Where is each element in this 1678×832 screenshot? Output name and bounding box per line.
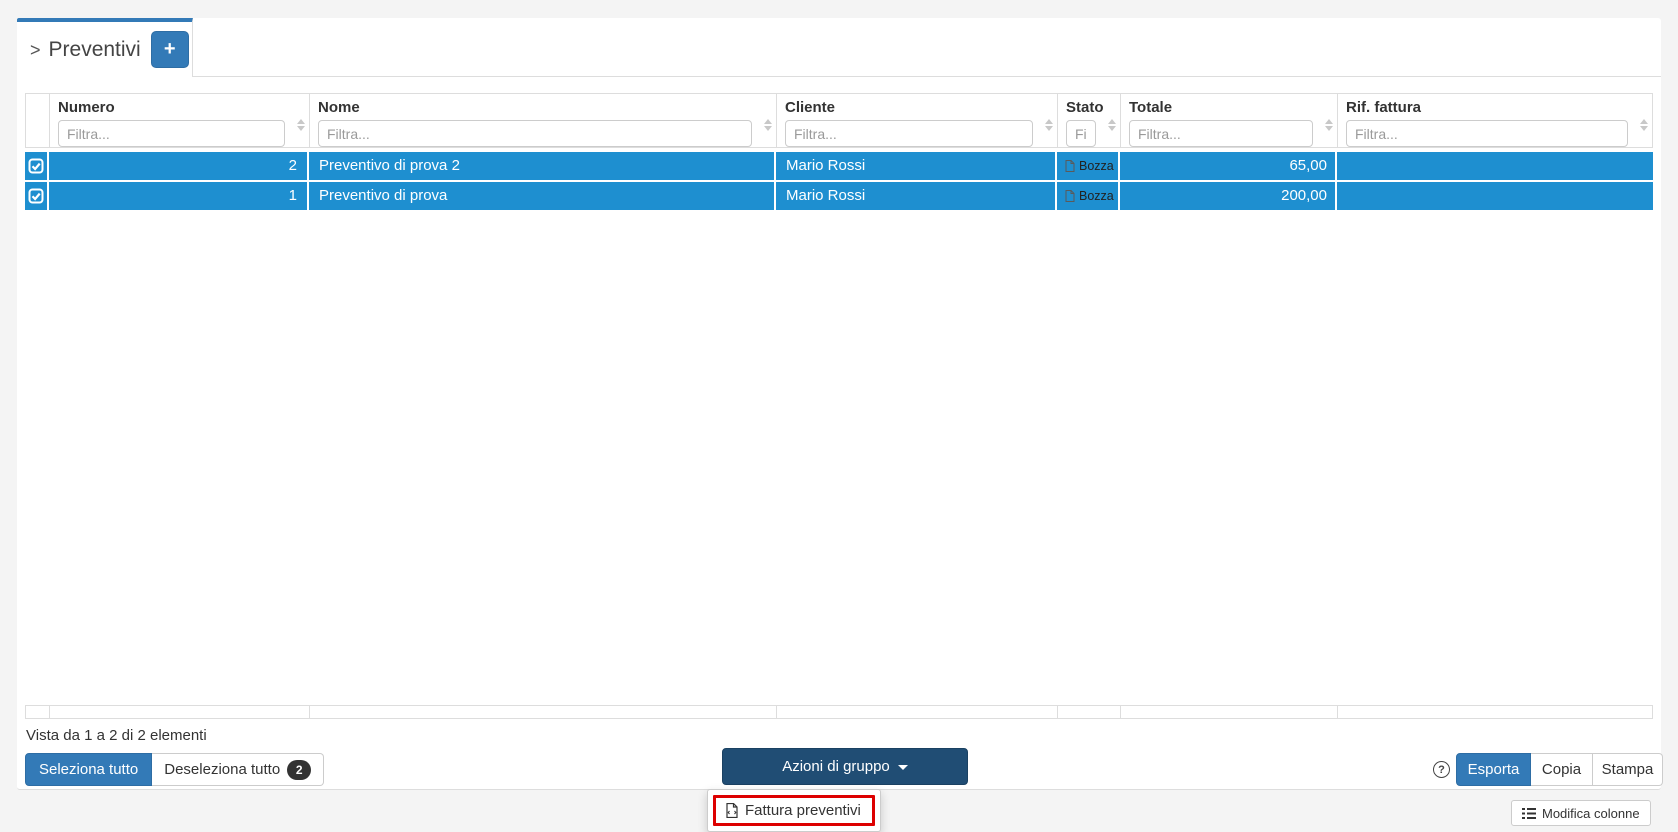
cell-totale: 200,00	[1120, 182, 1337, 210]
deselect-all-button[interactable]: Deseleziona tutto 2	[152, 753, 324, 786]
edit-columns-label: Modifica colonne	[1542, 806, 1640, 821]
add-quote-button[interactable]: +	[151, 31, 189, 68]
header-cell-cliente: Cliente	[777, 94, 1058, 147]
group-actions-label: Azioni di gruppo	[782, 758, 890, 775]
export-button-group: Esporta Copia Stampa	[1456, 753, 1663, 786]
cell-nome: Preventivo di prova	[309, 182, 776, 210]
header-cell-checkbox	[26, 94, 50, 147]
export-button[interactable]: Esporta	[1456, 753, 1531, 786]
table-footer-row	[25, 705, 1653, 719]
group-actions-button[interactable]: Azioni di gruppo	[722, 748, 968, 785]
invoice-quotes-menu-item[interactable]: Fattura preventivi	[713, 795, 875, 826]
edit-columns-button[interactable]: Modifica colonne	[1511, 800, 1651, 826]
breadcrumb: > Preventivi	[30, 38, 141, 62]
sort-icon[interactable]	[1325, 119, 1333, 131]
cell-totale: 65,00	[1120, 152, 1337, 180]
header-cell-stato: Stato	[1058, 94, 1121, 147]
column-label-cliente: Cliente	[785, 99, 1049, 116]
cell-stato: Bozza	[1057, 152, 1120, 180]
header-cell-rif-fattura: Rif. fattura	[1338, 94, 1652, 147]
sort-icon[interactable]	[1045, 119, 1053, 131]
selected-count-badge: 2	[287, 760, 311, 780]
cell-stato: Bozza	[1057, 182, 1120, 210]
sort-icon[interactable]	[297, 119, 305, 131]
caret-down-icon	[898, 765, 908, 770]
list-columns-icon	[1522, 808, 1536, 819]
status-badge: Bozza	[1079, 152, 1114, 180]
header-cell-nome: Nome	[310, 94, 777, 147]
column-label-totale: Totale	[1129, 99, 1329, 116]
invoice-quotes-label: Fattura preventivi	[745, 802, 861, 819]
cell-numero: 2	[49, 152, 309, 180]
status-badge: Bozza	[1079, 182, 1114, 210]
draft-file-icon	[1065, 160, 1075, 172]
cell-cliente: Mario Rossi	[776, 152, 1057, 180]
check-square-icon	[28, 188, 44, 204]
sort-icon[interactable]	[764, 119, 772, 131]
table-row[interactable]: 1 Preventivo di prova Mario Rossi Bozza …	[25, 182, 1653, 210]
check-square-icon	[28, 158, 44, 174]
header-cell-totale: Totale	[1121, 94, 1338, 147]
select-all-button[interactable]: Seleziona tutto	[25, 753, 152, 786]
table-row[interactable]: 2 Preventivo di prova 2 Mario Rossi Bozz…	[25, 152, 1653, 180]
filter-input-nome[interactable]	[318, 120, 752, 147]
sort-icon[interactable]	[1108, 119, 1116, 131]
table-header-row: Numero Nome Cliente Stato Totale Rif. fa…	[25, 93, 1653, 148]
selection-button-group: Seleziona tutto Deseleziona tutto 2	[25, 753, 324, 786]
sort-icon[interactable]	[1640, 119, 1648, 131]
chevron-right-icon: >	[30, 40, 41, 61]
deselect-all-label: Deseleziona tutto	[164, 761, 280, 778]
results-info: Vista da 1 a 2 di 2 elementi	[26, 727, 207, 744]
cell-nome: Preventivo di prova 2	[309, 152, 776, 180]
filter-input-cliente[interactable]	[785, 120, 1033, 147]
column-label-rif-fattura: Rif. fattura	[1346, 99, 1644, 116]
cell-rif-fattura	[1337, 182, 1653, 210]
print-button[interactable]: Stampa	[1593, 753, 1663, 786]
row-checkbox[interactable]	[25, 182, 49, 210]
header-cell-numero: Numero	[50, 94, 310, 147]
row-checkbox[interactable]	[25, 152, 49, 180]
filter-input-numero[interactable]	[58, 120, 285, 147]
cell-numero: 1	[49, 182, 309, 210]
column-label-numero: Numero	[58, 99, 301, 116]
filter-input-rif-fattura[interactable]	[1346, 120, 1628, 147]
invoice-file-icon	[726, 803, 738, 818]
quotes-table: Numero Nome Cliente Stato Totale Rif. fa…	[25, 93, 1653, 212]
filter-input-totale[interactable]	[1129, 120, 1313, 147]
copy-button[interactable]: Copia	[1531, 753, 1593, 786]
column-label-nome: Nome	[318, 99, 768, 116]
cell-rif-fattura	[1337, 152, 1653, 180]
cell-cliente: Mario Rossi	[776, 182, 1057, 210]
group-actions-dropdown: Fattura preventivi	[707, 789, 881, 832]
column-label-stato: Stato	[1066, 99, 1112, 116]
tab-preventivi[interactable]: > Preventivi +	[17, 18, 193, 77]
tabbar-divider	[193, 76, 1661, 77]
help-icon[interactable]: ?	[1433, 761, 1450, 778]
filter-input-stato[interactable]	[1066, 120, 1096, 147]
draft-file-icon	[1065, 190, 1075, 202]
page-title: Preventivi	[49, 38, 141, 62]
